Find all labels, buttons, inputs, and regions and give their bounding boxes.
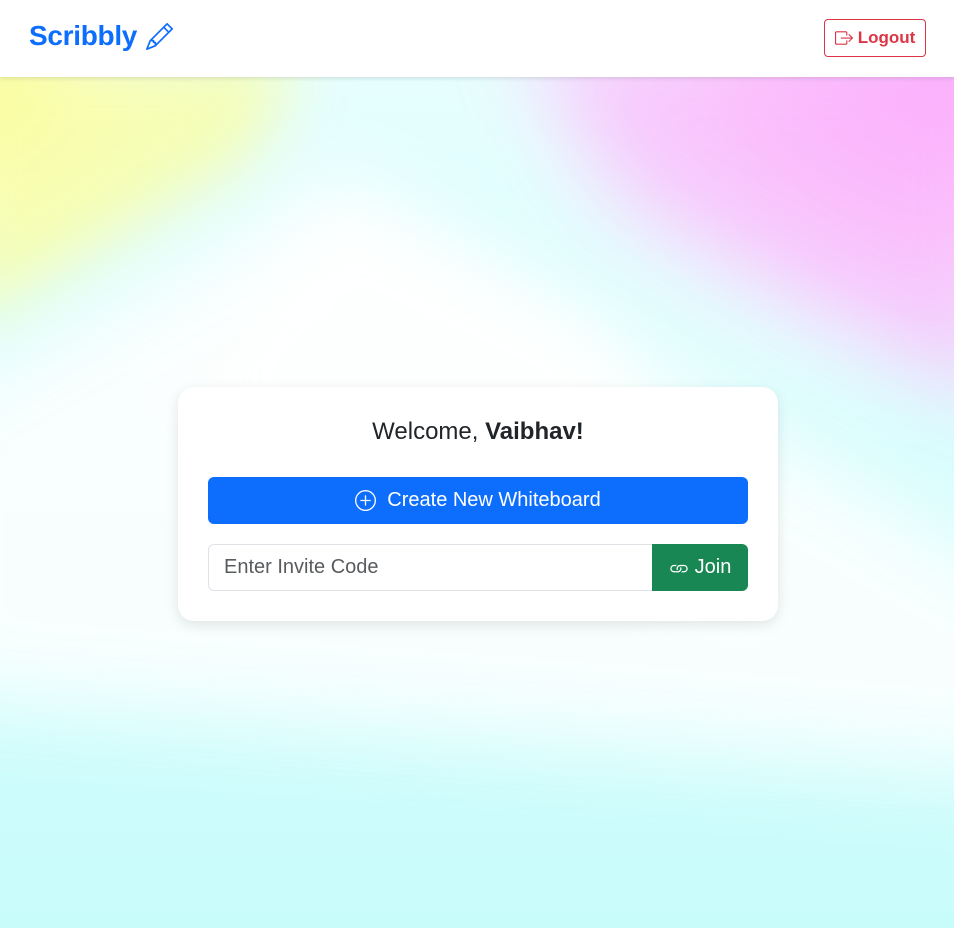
top-navbar: Scribbly Logout (0, 0, 954, 77)
logout-button[interactable]: Logout (824, 19, 926, 57)
create-whiteboard-label: Create New Whiteboard (387, 489, 601, 511)
brand-name: Scribbly (29, 20, 138, 51)
welcome-heading: Welcome, Vaibhav! (178, 418, 778, 446)
join-input-group: Join (208, 544, 748, 591)
pencil-icon (146, 22, 174, 50)
box-arrow-right-icon (834, 31, 853, 45)
welcome-prefix: Welcome, (372, 418, 486, 445)
user-name: Vaibhav! (485, 418, 584, 445)
invite-code-input[interactable] (208, 544, 652, 591)
welcome-card: Welcome, Vaibhav! Create New Whiteboard … (178, 387, 778, 621)
join-label: Join (694, 556, 732, 578)
brand-logo[interactable]: Scribbly (29, 20, 174, 52)
link-icon (669, 564, 688, 572)
plus-circle-icon (355, 490, 377, 511)
join-button[interactable]: Join (652, 544, 748, 591)
logout-label: Logout (857, 28, 916, 47)
create-whiteboard-button[interactable]: Create New Whiteboard (208, 477, 748, 524)
